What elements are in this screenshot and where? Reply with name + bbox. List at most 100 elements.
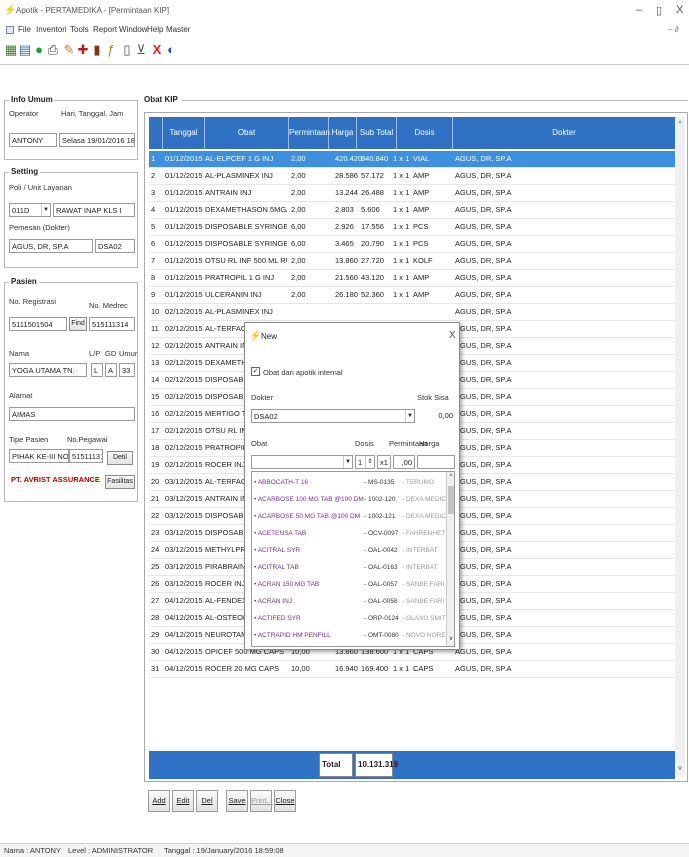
- info-icon[interactable]: ◐: [164, 42, 178, 58]
- grid-scrollbar[interactable]: ^ v: [675, 117, 685, 777]
- printer-icon[interactable]: ⎙: [46, 42, 60, 58]
- bottle-icon[interactable]: ▮: [90, 42, 104, 58]
- list-scrollbar[interactable]: ^ v: [446, 472, 454, 646]
- cell-tanggal: 01/12/2015: [165, 256, 203, 265]
- nopegawai-field[interactable]: 515111314: [69, 449, 103, 463]
- menu-tools[interactable]: Tools: [70, 25, 89, 34]
- operator-field[interactable]: ANTONY: [9, 133, 57, 147]
- print-button[interactable]: Print...: [250, 790, 273, 812]
- table-row[interactable]: 31 04/12/2015 ROCER 20 MG CAPS 10,00 16.940 1…: [149, 661, 675, 678]
- table-row[interactable]: 8 01/12/2015 PRATROPIL 1 G INJ 2,00 21.560 43…: [149, 270, 675, 287]
- scroll-down-icon[interactable]: v: [675, 765, 685, 772]
- dosis-stepper[interactable]: 1 ⇕: [355, 455, 375, 469]
- internal-checkbox[interactable]: ✓: [251, 367, 260, 376]
- table-row[interactable]: 6 01/12/2015DISPOSABLE SYRINGE 5 ML 6,00 3.…: [149, 236, 675, 253]
- table-row[interactable]: 9 01/12/2015 ULCERANIN INJ 2,00 26.180 52.360…: [149, 287, 675, 304]
- function-icon[interactable]: ƒ: [104, 42, 118, 58]
- alamat-field[interactable]: AIMAS: [9, 407, 135, 421]
- save-button[interactable]: Save: [226, 790, 248, 812]
- pemesan-name-field[interactable]: AGUS, DR, SP.A: [9, 239, 93, 253]
- list-item[interactable]: • ABBOCATH-T 16 - MS-0135 - TERUMO: [252, 476, 448, 490]
- list-item[interactable]: • ACTIFED SYR - ORP-0124- GLAXO SMIT: [252, 612, 448, 626]
- obat-dropdown-list[interactable]: • ABBOCATH-T 16 - MS-0135 - TERUMO • ACARBO…: [251, 471, 455, 647]
- detil-button[interactable]: Detil: [107, 451, 133, 465]
- scroll-thumb[interactable]: [448, 486, 454, 514]
- tipe-pasien-field[interactable]: PIHAK KE-III NON: [9, 449, 69, 463]
- poli-name-field[interactable]: RAWAT INAP KLS I: [53, 203, 135, 217]
- pemesan-code-field[interactable]: DSA02: [95, 239, 135, 253]
- list-item[interactable]: • ACRAN 150 MG TAB - OAL-0057 - SANBE FARI: [252, 578, 448, 592]
- minimize-button[interactable]: –: [636, 4, 642, 16]
- header-harga[interactable]: Harga: [329, 117, 357, 149]
- close-window-button[interactable]: X: [676, 4, 683, 16]
- chevron-down-icon[interactable]: ▼: [405, 410, 414, 422]
- close-icon[interactable]: X: [150, 42, 164, 58]
- table-row[interactable]: 3 01/12/2015 ANTRAIN INJ 2,00 13.244 26.488 1 …: [149, 185, 675, 202]
- fasilitas-button[interactable]: Fasilitas: [105, 475, 135, 489]
- chevron-down-icon[interactable]: ▼: [343, 456, 352, 468]
- lp-field[interactable]: L: [91, 363, 103, 377]
- table-row[interactable]: 10 02/12/2015 AL-PLASMINEX INJ AGUS, DR, SP…: [149, 304, 675, 321]
- delete-button[interactable]: Del: [196, 790, 218, 812]
- scroll-up-icon[interactable]: ^: [675, 121, 685, 128]
- find-button[interactable]: Find: [69, 317, 87, 331]
- scroll-up-icon[interactable]: ^: [447, 474, 454, 480]
- add-button[interactable]: Add: [148, 790, 170, 812]
- menu-window[interactable]: Window: [119, 25, 147, 34]
- menu-inventori[interactable]: Inventori: [36, 25, 67, 34]
- menu-report[interactable]: Report: [93, 25, 117, 34]
- document-icon[interactable]: ▤: [18, 42, 32, 58]
- datetime-field[interactable]: Selasa 19/01/2016 18:59: [59, 133, 135, 147]
- header-tanggal[interactable]: Tanggal: [163, 117, 205, 149]
- gd-field[interactable]: A: [105, 363, 117, 377]
- header-dokter[interactable]: Dokter: [453, 117, 675, 149]
- report-icon[interactable]: ▯: [120, 42, 134, 58]
- dashboard-icon[interactable]: ▦: [4, 42, 18, 58]
- scroll-down-icon[interactable]: v: [447, 636, 454, 642]
- mdi-controls[interactable]: – ∂: [668, 25, 679, 34]
- nomedrec-field[interactable]: 515111314: [89, 317, 135, 331]
- list-item[interactable]: • ACRAN INJ - OAL-0058 - SANBE FARI: [252, 595, 448, 609]
- list-item[interactable]: • ACARBOSE 50 MG TAB @100 DM - 1002-121 - …: [252, 510, 448, 524]
- medicine-icon[interactable]: ✚: [76, 42, 90, 58]
- table-row[interactable]: 2 01/12/2015 AL-PLASMINEX INJ 2,00 28.586 57.…: [149, 168, 675, 185]
- list-item[interactable]: • ACITRAL TAB - OAL-0163 - INTERBAT: [252, 561, 448, 575]
- spin-arrows-icon[interactable]: ⇕: [365, 456, 374, 468]
- list-item[interactable]: • ACTRAPID HM PENFILL - OMT-0080- NOVO NO…: [252, 629, 448, 643]
- menu-master[interactable]: Master: [166, 25, 190, 34]
- maximize-button[interactable]: ▯: [656, 4, 662, 17]
- list-item[interactable]: • ACARBOSE 100 MG TAB @100 DM - 1002-120-…: [252, 493, 448, 507]
- harga-field[interactable]: [417, 455, 455, 469]
- dokter-combo[interactable]: DSA02 ▼: [251, 409, 415, 423]
- green-circle-icon[interactable]: ●: [32, 42, 46, 58]
- nama-field[interactable]: YOGA UTAMA TN.: [9, 363, 87, 377]
- chevron-down-icon[interactable]: ▼: [41, 204, 50, 216]
- close-button[interactable]: Close: [274, 790, 296, 812]
- dialog-close-button[interactable]: X: [449, 330, 456, 341]
- poli-code-combo[interactable]: 011D ▼: [9, 203, 51, 217]
- dosis-times-field[interactable]: x1: [377, 455, 391, 469]
- header-obat[interactable]: Obat: [205, 117, 289, 149]
- list-item[interactable]: • ACITRAL SYR - OAL-0042 - INTERBAT: [252, 544, 448, 558]
- header-subtotal[interactable]: Sub Total: [357, 117, 397, 149]
- cell-unit: PCS: [413, 222, 429, 231]
- menu-file[interactable]: File: [18, 25, 31, 34]
- row-number: 15: [151, 392, 160, 401]
- permintaan-field[interactable]: ,00: [393, 455, 415, 469]
- table-row[interactable]: 5 01/12/2015DISPOSABLE SYRINGE 3 ML 6,00 2.…: [149, 219, 675, 236]
- pill-icon[interactable]: ✎: [62, 42, 76, 58]
- table-row[interactable]: 1 01/12/2015 AL-ELPCEF 1 G INJ 2,00 420.420 8…: [149, 151, 675, 168]
- table-row[interactable]: 4 01/12/2015DEXAMETHASON 5MG/ML INJ @100 2…: [149, 202, 675, 219]
- noreg-field[interactable]: 5111501504: [9, 317, 67, 331]
- chart-icon[interactable]: ⊻: [134, 42, 148, 58]
- menu-help[interactable]: Help: [147, 25, 163, 34]
- header-permintaan[interactable]: Permintaan: [289, 117, 330, 149]
- obat-combo[interactable]: ▼: [251, 455, 353, 469]
- header-dosis[interactable]: Dosis: [397, 117, 453, 149]
- table-row[interactable]: 7 01/12/2015OTSU RL INF 500 ML RUBBER 2,00…: [149, 253, 675, 270]
- umur-field[interactable]: 33: [119, 363, 135, 377]
- edit-button[interactable]: Edit: [172, 790, 194, 812]
- cell-tanggal: 01/12/2015: [165, 239, 203, 248]
- list-item[interactable]: • ACETENSA TAB - OCV-0097- FAHRENHET: [252, 527, 448, 541]
- info-umum-title: Info Umum: [9, 95, 55, 104]
